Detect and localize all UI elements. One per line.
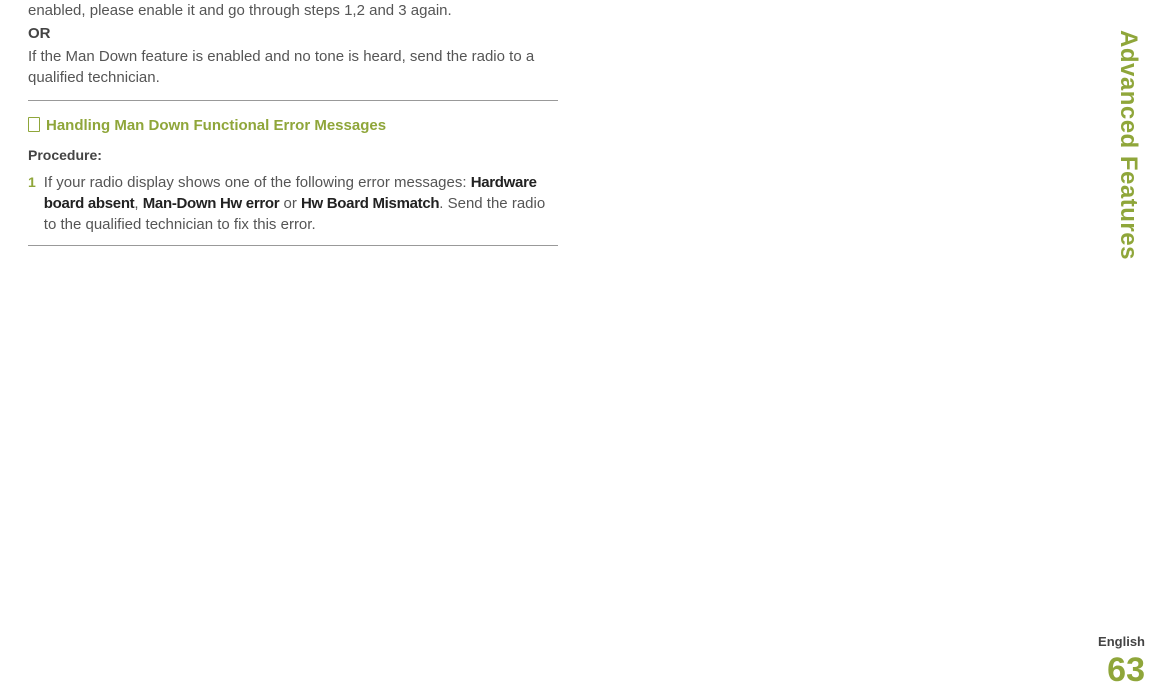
section-heading: Handling Man Down Functional Error Messa…: [46, 115, 386, 136]
step-number: 1: [28, 173, 36, 193]
side-tab: Advanced Features: [1111, 30, 1145, 260]
procedure-label: Procedure:: [28, 146, 560, 166]
intro-line1: enabled, please enable it and go through…: [28, 0, 560, 21]
section-divider-top: [28, 100, 558, 101]
step-1: 1 If your radio display shows one of the…: [28, 172, 560, 235]
page-footer: English 63: [1098, 633, 1145, 695]
intro-line2: If the Man Down feature is enabled and n…: [28, 46, 560, 88]
page-content: enabled, please enable it and go through…: [0, 0, 560, 246]
section-divider-bottom: [28, 245, 558, 246]
step-sep-2: or: [279, 195, 301, 212]
document-icon: [28, 117, 40, 132]
intro-or: OR: [28, 23, 560, 44]
page-number: 63: [1098, 647, 1145, 695]
step-body: If your radio display shows one of the f…: [44, 172, 560, 235]
error-msg-3: Hw Board Mismatch: [301, 195, 439, 212]
step-sep-1: ,: [134, 195, 142, 212]
section-heading-row: Handling Man Down Functional Error Messa…: [28, 115, 560, 136]
error-msg-2: Man-Down Hw error: [143, 195, 280, 212]
step-text-1: If your radio display shows one of the f…: [44, 174, 471, 191]
